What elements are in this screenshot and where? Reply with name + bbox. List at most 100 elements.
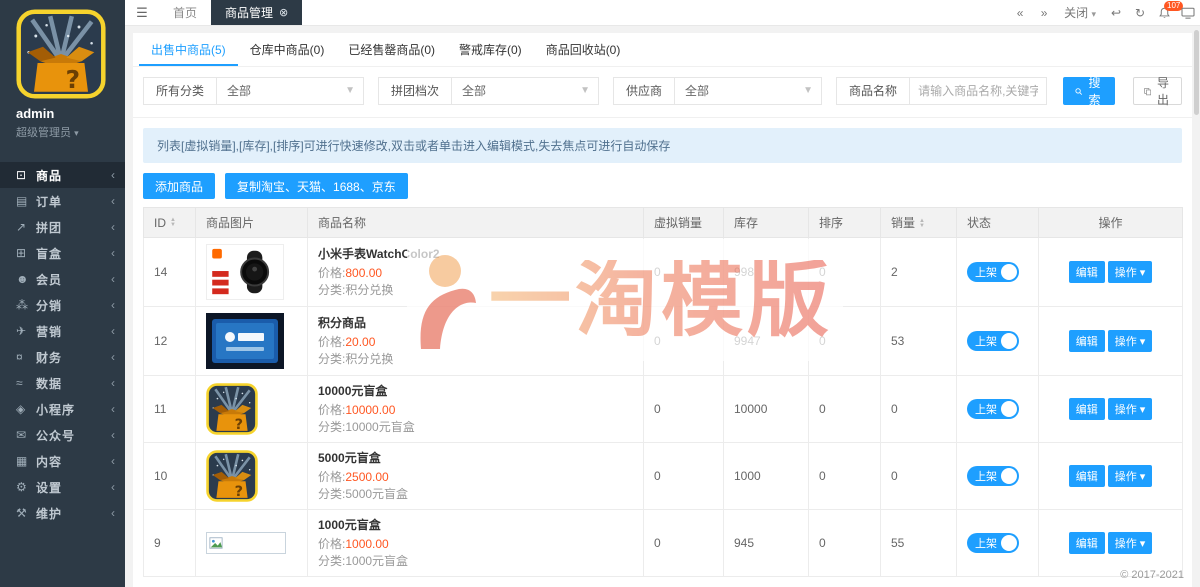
cell-stock[interactable]: 945 [723, 509, 809, 577]
sidebar-item[interactable]: 数据 ‹ [0, 370, 125, 396]
cell-sort[interactable]: 0 [808, 375, 881, 443]
add-product-button[interactable]: 添加商品 [143, 173, 216, 199]
column-header[interactable]: ID ▲ ▼ [143, 207, 196, 238]
back-icon[interactable]: ↩ [1104, 6, 1128, 20]
product-image-mystery-box[interactable] [206, 450, 258, 502]
search-button[interactable]: 搜索 [1063, 76, 1115, 107]
cell-virtual-sales[interactable]: 0 [643, 375, 724, 443]
status-toggle[interactable]: 上架 [967, 466, 1019, 486]
tab-product-management[interactable]: 商品管理 ⊗ [211, 0, 303, 25]
sidebar-item[interactable]: 营销 ‹ [0, 318, 125, 344]
edit-button[interactable]: 编辑 [1068, 330, 1105, 352]
sidebar-item[interactable]: 设置 ‹ [0, 474, 125, 500]
cell-stock[interactable]: 10000 [723, 375, 809, 443]
product-tab[interactable]: 仓库中商品(0) [238, 33, 337, 66]
column-header[interactable]: 销量 ▲ ▼ [880, 207, 957, 238]
menu-toggle-icon[interactable]: ☰ [125, 0, 159, 25]
column-header[interactable]: 状态 [956, 207, 1039, 238]
sidebar-item[interactable]: 分销 ‹ [0, 292, 125, 318]
product-name[interactable]: 1000元盲盒 [318, 516, 633, 533]
sidebar-item[interactable]: 会员 ‹ [0, 266, 125, 292]
operations-dropdown-button[interactable]: 操作 ▾ [1107, 398, 1153, 420]
status-toggle[interactable]: 上架 [967, 262, 1019, 282]
product-image-mystery-box[interactable] [206, 383, 258, 435]
tab-active-label: 商品管理 [225, 6, 274, 20]
operations-dropdown-button[interactable]: 操作 ▾ [1107, 330, 1153, 352]
sidebar-item[interactable]: 公众号 ‹ [0, 422, 125, 448]
product-name[interactable]: 积分商品 [318, 314, 633, 331]
sidebar-item[interactable]: 拼团 ‹ [0, 214, 125, 240]
cell-virtual-sales[interactable]: 0 [643, 442, 724, 510]
product-name[interactable]: 10000元盲盒 [318, 382, 633, 399]
scroll-tabs-left-icon[interactable]: « [1008, 6, 1032, 20]
product-tab[interactable]: 警戒库存(0) [447, 33, 534, 66]
group-tier-select[interactable]: 全部 ▼ [451, 77, 600, 105]
supplier-select[interactable]: 全部 ▼ [674, 77, 823, 105]
cell-sort[interactable]: 0 [808, 442, 881, 510]
cell-stock[interactable]: 1000 [723, 442, 809, 510]
product-image-watch[interactable] [206, 244, 284, 300]
edit-button[interactable]: 编辑 [1068, 261, 1105, 283]
price-value: 2500.00 [345, 470, 389, 484]
status-toggle[interactable]: 上架 [967, 399, 1019, 419]
sidebar-nav: 商品 ‹ 订单 ‹ 拼团 ‹ 盲盒 ‹ 会员 [0, 162, 125, 526]
sidebar-item[interactable]: 维护 ‹ [0, 500, 125, 526]
export-button[interactable]: 导出 [1132, 76, 1182, 107]
column-header-label: 状态 [967, 216, 992, 230]
operations-dropdown-button[interactable]: 操作 ▾ [1107, 261, 1153, 283]
sidebar-item[interactable]: 财务 ‹ [0, 344, 125, 370]
cell-virtual-sales[interactable]: 0 [643, 509, 724, 577]
column-header[interactable]: 操作 [1038, 207, 1183, 238]
product-tab[interactable]: 商品回收站(0) [534, 33, 633, 66]
product-name[interactable]: 小米手表WatchColor2 [318, 245, 633, 262]
column-header[interactable]: 虚拟销量 [643, 207, 724, 238]
product-tab[interactable]: 已经售罄商品(0) [336, 33, 447, 66]
tab-home[interactable]: 首页 [159, 0, 211, 25]
product-name[interactable]: 5000元盲盒 [318, 449, 633, 466]
copy-product-button[interactable]: 复制淘宝、天猫、1688、京东 [225, 173, 408, 199]
status-toggle[interactable]: 上架 [967, 331, 1019, 351]
column-header-label: 操作 [1098, 216, 1123, 230]
column-header[interactable]: 商品图片 [195, 207, 308, 238]
cell-virtual-sales[interactable]: 0 [643, 306, 724, 376]
edit-button[interactable]: 编辑 [1068, 465, 1105, 487]
scroll-tabs-right-icon[interactable]: » [1032, 6, 1056, 20]
sidebar-item[interactable]: 小程序 ‹ [0, 396, 125, 422]
price-value: 10000.00 [345, 403, 396, 417]
category-value: 积分兑换 [345, 283, 394, 297]
cell-sort[interactable]: 0 [808, 306, 881, 376]
scrollbar-thumb[interactable] [1194, 30, 1199, 115]
operations-dropdown-button[interactable]: 操作 ▾ [1107, 465, 1153, 487]
column-header[interactable]: 库存 [723, 207, 809, 238]
product-tab[interactable]: 出售中商品(5) [139, 33, 238, 66]
sidebar-item-label: 会员 [36, 272, 63, 287]
cell-virtual-sales[interactable]: 0 [643, 237, 724, 307]
cell-stock[interactable]: 9947 [723, 306, 809, 376]
tab-close-icon[interactable]: ⊗ [279, 6, 288, 19]
cell-stock[interactable]: 998 [723, 237, 809, 307]
product-image-points-card[interactable] [206, 313, 284, 369]
operations-dropdown-button[interactable]: 操作 ▾ [1107, 532, 1153, 554]
sidebar-item[interactable]: 盲盒 ‹ [0, 240, 125, 266]
role-dropdown[interactable]: 超级管理员 ▾ [16, 124, 125, 140]
sidebar-item-icon [16, 376, 36, 390]
bell-icon[interactable]: 107 [1152, 1, 1184, 19]
product-name-input[interactable] [909, 77, 1048, 105]
status-toggle[interactable]: 上架 [967, 533, 1019, 553]
sort-icon[interactable]: ▲ ▼ [919, 218, 925, 229]
sidebar-item[interactable]: 订单 ‹ [0, 188, 125, 214]
edit-button[interactable]: 编辑 [1068, 532, 1105, 554]
column-header[interactable]: 排序 [808, 207, 881, 238]
sidebar-item[interactable]: 内容 ‹ [0, 448, 125, 474]
cell-sort[interactable]: 0 [808, 509, 881, 577]
refresh-icon[interactable]: ↻ [1128, 6, 1152, 20]
fullscreen-icon[interactable] [1176, 6, 1200, 20]
category-select[interactable]: 全部 ▼ [216, 77, 365, 105]
column-header[interactable]: 商品名称 [307, 207, 644, 238]
sort-icon[interactable]: ▲ ▼ [170, 217, 176, 228]
edit-button[interactable]: 编辑 [1068, 398, 1105, 420]
close-tabs-dropdown[interactable]: 关闭 ▾ [1056, 4, 1104, 21]
cell-sort[interactable]: 0 [808, 237, 881, 307]
product-image-broken[interactable] [206, 532, 286, 554]
sidebar-item[interactable]: 商品 ‹ [0, 162, 125, 188]
